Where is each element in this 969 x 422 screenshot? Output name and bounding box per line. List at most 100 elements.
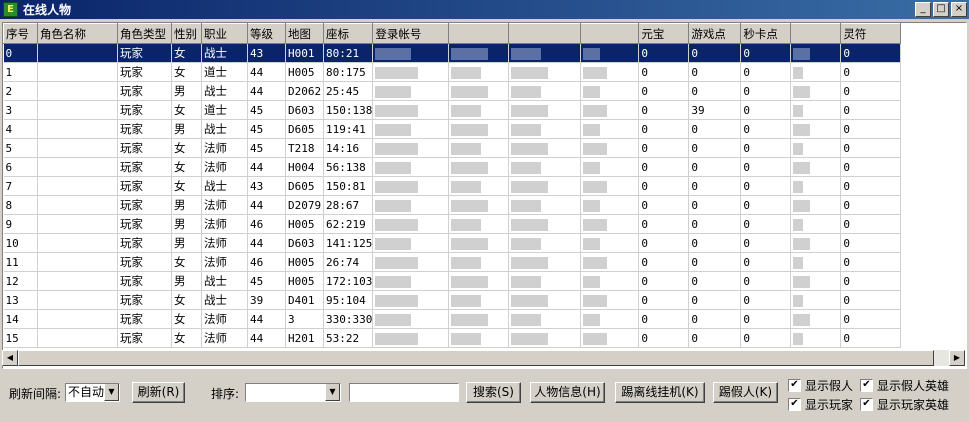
cell-job: 法师 — [201, 252, 248, 272]
table-row[interactable]: 14 玩家女法师 44 3 330:330 0 0 0 0 — [3, 309, 902, 329]
scroll-left-icon[interactable]: ◀ — [2, 350, 18, 366]
online-players-grid[interactable]: 序号 角色名称 角色类型 性别 职业 等级 地图 座标 登录帐号 元宝 游戏点 秒卡点 灵符 0 玩家女战… — [2, 22, 967, 369]
redaction-block — [583, 332, 608, 345]
column-header[interactable]: 等级 — [247, 23, 286, 44]
cell-lingfu: 0 — [840, 214, 902, 234]
table-row[interactable]: 7 玩家女战士 43 D605 150:81 0 0 0 0 — [3, 176, 902, 196]
refresh-interval-select[interactable]: 不自动 ▼ — [65, 383, 120, 402]
column-header[interactable]: 职业 — [201, 23, 248, 44]
show-player-hero-checkbox[interactable]: ✔ 显示玩家英雄 — [860, 396, 949, 413]
column-header[interactable]: 角色名称 — [37, 23, 118, 44]
column-header[interactable]: 角色类型 — [117, 23, 172, 44]
cell-type: 玩家 — [117, 214, 172, 234]
minimize-button[interactable]: _ — [915, 2, 931, 17]
column-header[interactable] — [580, 23, 640, 44]
chevron-down-icon[interactable]: ▼ — [325, 384, 340, 401]
redaction-block — [793, 294, 804, 307]
column-header[interactable]: 元宝 — [638, 23, 690, 44]
cell-no: 1 — [3, 62, 38, 82]
table-row[interactable]: 4 玩家男战士 45 D605 119:41 0 0 0 0 — [3, 119, 902, 139]
table-row[interactable]: 12 玩家男战士 45 H005 172:103 0 0 0 0 — [3, 271, 902, 291]
cell-map: D603 — [285, 233, 324, 253]
cell-yuanbao: 0 — [638, 138, 690, 158]
table-row[interactable]: 5 玩家女法师 45 T218 14:16 0 0 0 0 — [3, 138, 902, 158]
redaction-block — [511, 66, 549, 79]
kick-offline-button[interactable]: 踢离线挂机(K) — [615, 382, 705, 403]
horizontal-scrollbar[interactable]: ◀ ▶ — [2, 350, 965, 366]
column-header[interactable]: 地图 — [285, 23, 324, 44]
redaction-block — [375, 47, 412, 60]
redaction-block — [511, 142, 549, 155]
maximize-button[interactable]: □ — [933, 2, 949, 17]
redacted-cell — [508, 62, 582, 82]
show-player-hero-label: 显示玩家英雄 — [877, 398, 950, 412]
cell-job: 法师 — [201, 195, 248, 215]
cell-type: 玩家 — [117, 176, 172, 196]
redaction-block — [375, 85, 412, 98]
column-header[interactable]: 灵符 — [840, 23, 902, 44]
cell-sex: 男 — [171, 119, 202, 139]
cell-gamepoint: 0 — [688, 62, 742, 82]
cell-lingfu: 0 — [840, 157, 902, 177]
table-row[interactable]: 8 玩家男法师 44 D2079 28:67 0 0 0 0 — [3, 195, 902, 215]
chevron-down-icon[interactable]: ▼ — [104, 384, 119, 401]
redaction-block — [451, 123, 489, 136]
column-header[interactable]: 游戏点 — [688, 23, 742, 44]
column-header[interactable] — [790, 23, 842, 44]
cell-lingfu: 0 — [840, 290, 902, 310]
search-button[interactable]: 搜索(S) — [466, 382, 521, 403]
redacted-cell — [372, 81, 450, 101]
cell-level: 44 — [247, 195, 286, 215]
kick-fake-button[interactable]: 踢假人(K) — [713, 382, 778, 403]
column-header[interactable]: 座标 — [322, 23, 374, 44]
cell-no: 7 — [3, 176, 38, 196]
column-header[interactable] — [448, 23, 510, 44]
scroll-right-icon[interactable]: ▶ — [949, 350, 965, 366]
player-info-button[interactable]: 人物信息(H) — [530, 382, 605, 403]
table-row[interactable]: 11 玩家女法师 46 H005 26:74 0 0 0 0 — [3, 252, 902, 272]
cell-sex: 女 — [171, 328, 202, 348]
column-header[interactable]: 秒卡点 — [740, 23, 792, 44]
sort-select[interactable]: ▼ — [245, 383, 341, 402]
redacted-cell — [508, 309, 582, 329]
table-row[interactable]: 2 玩家男战士 44 D2062 25:45 0 0 0 0 — [3, 81, 902, 101]
table-row[interactable]: 9 玩家男法师 46 H005 62:219 0 0 0 0 — [3, 214, 902, 234]
redaction-block — [583, 275, 601, 288]
cell-map: H005 — [285, 252, 324, 272]
table-row[interactable]: 15 玩家女法师 44 H201 53:22 0 0 0 0 — [3, 328, 902, 348]
redaction-block — [583, 313, 601, 326]
redacted-cell — [508, 195, 582, 215]
column-header[interactable]: 序号 — [3, 23, 38, 44]
column-header[interactable]: 登录帐号 — [372, 23, 450, 44]
close-button[interactable]: × — [951, 2, 967, 17]
table-row[interactable]: 10 玩家男法师 44 D603 141:125 0 0 0 0 — [3, 233, 902, 253]
table-row[interactable]: 3 玩家女道士 45 D603 150:138 0 39 0 0 — [3, 100, 902, 120]
cell-gamepoint: 0 — [688, 81, 742, 101]
redaction-block — [793, 142, 804, 155]
table-row[interactable]: 1 玩家女道士 44 H005 80:175 0 0 0 0 — [3, 62, 902, 82]
redaction-block — [375, 180, 419, 193]
redaction-block — [793, 66, 804, 79]
cell-no: 0 — [3, 43, 38, 63]
cell-sex: 男 — [171, 233, 202, 253]
table-row[interactable]: 0 玩家女战士 43 H001 80:21 0 0 0 0 — [3, 43, 902, 63]
cell-lingfu: 0 — [840, 138, 902, 158]
show-player-checkbox[interactable]: ✔ 显示玩家 — [788, 396, 853, 413]
table-row[interactable]: 13 玩家女战士 39 D401 95:104 0 0 0 0 — [3, 290, 902, 310]
show-fake-checkbox[interactable]: ✔ 显示假人 — [788, 377, 853, 394]
cell-no: 2 — [3, 81, 38, 101]
redaction-block — [451, 199, 489, 212]
cell-card: 0 — [740, 119, 792, 139]
table-row[interactable]: 6 玩家女法师 44 H004 56:138 0 0 0 0 — [3, 157, 902, 177]
show-fake-hero-checkbox[interactable]: ✔ 显示假人英雄 — [860, 377, 949, 394]
refresh-button[interactable]: 刷新(R) — [132, 382, 185, 403]
cell-type: 玩家 — [117, 328, 172, 348]
column-header[interactable]: 性别 — [171, 23, 202, 44]
search-input[interactable] — [349, 383, 459, 402]
table-header: 序号 角色名称 角色类型 性别 职业 等级 地图 座标 登录帐号 元宝 游戏点 秒卡点 灵符 — [3, 23, 902, 44]
column-header[interactable] — [508, 23, 582, 44]
cell-card: 0 — [740, 62, 792, 82]
cell-gamepoint: 0 — [688, 309, 742, 329]
scroll-thumb[interactable] — [18, 350, 934, 366]
redacted-cell — [508, 271, 582, 291]
